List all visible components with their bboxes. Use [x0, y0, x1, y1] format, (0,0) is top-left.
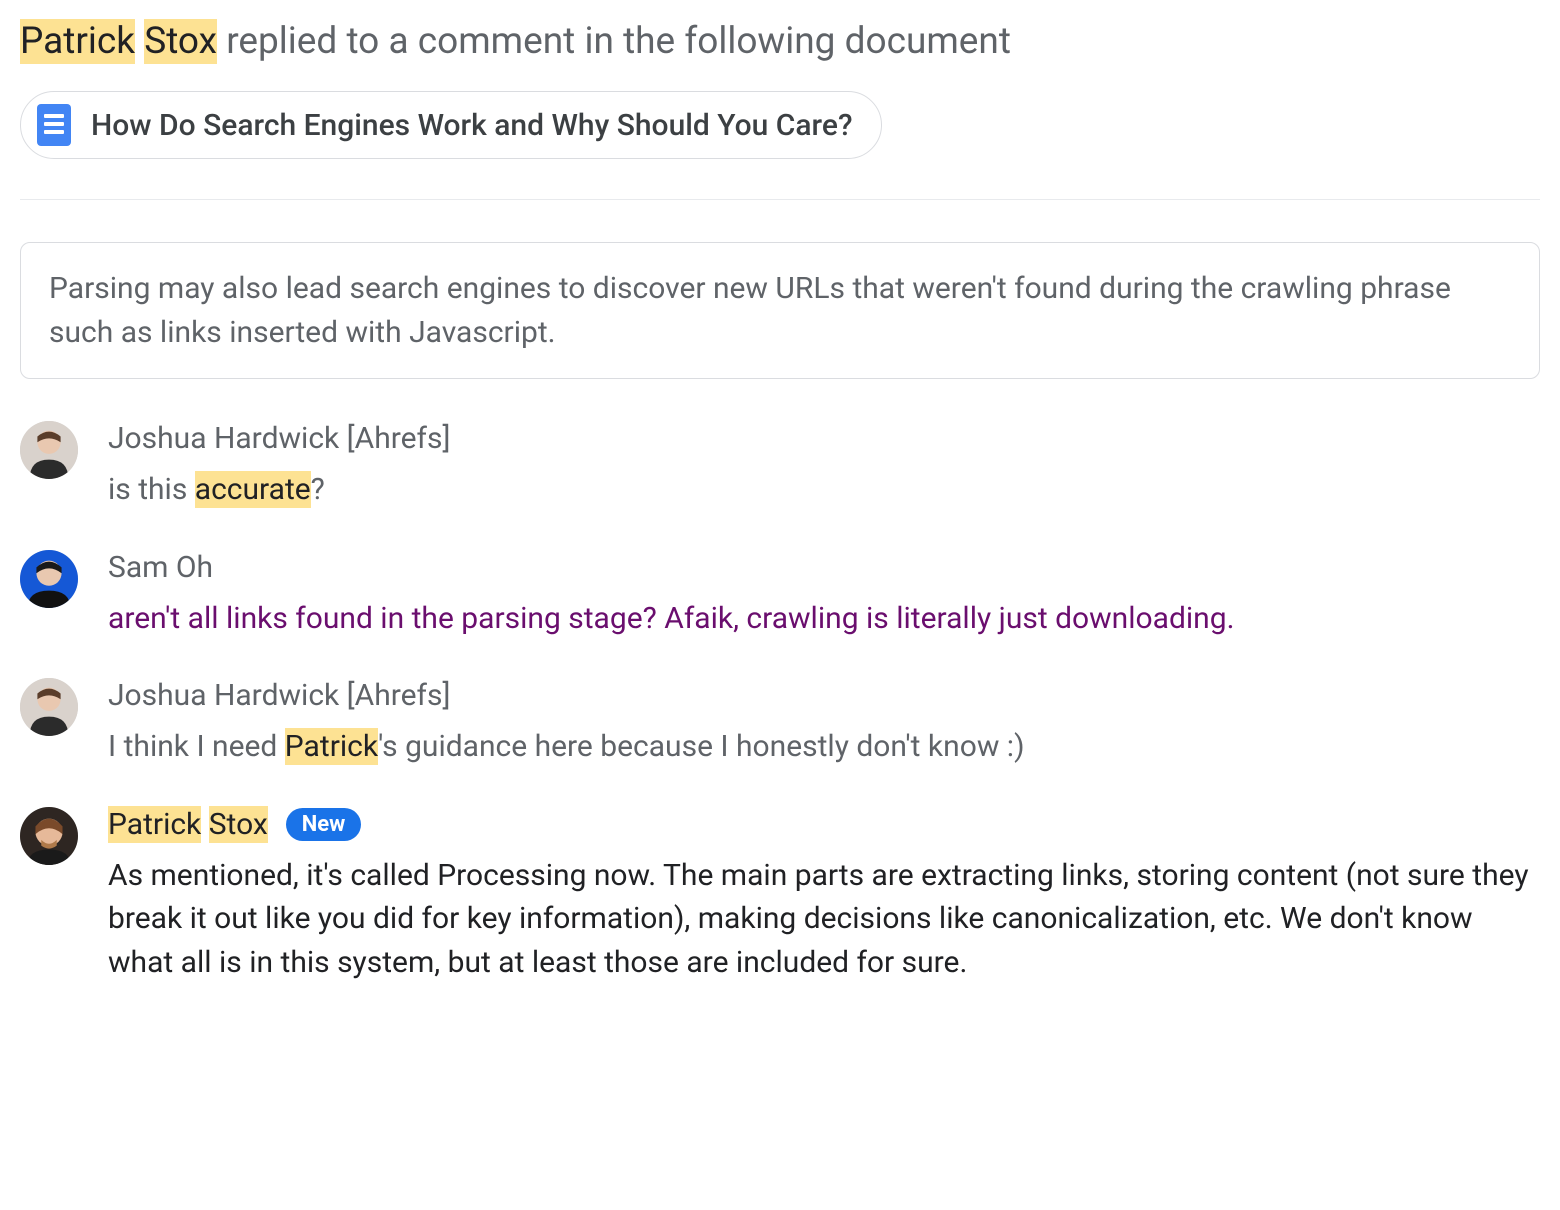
comment-text: As mentioned, it's called Processing now… [108, 854, 1540, 985]
comment-text-fragment: ? [311, 472, 325, 507]
highlighted-term: accurate [195, 471, 311, 508]
comment-author: Sam Oh [108, 550, 213, 585]
comment-text-fragment: I think I need [108, 729, 285, 764]
avatar [20, 678, 78, 736]
notification-heading: Patrick Stox replied to a comment in the… [20, 20, 1540, 63]
comment-author: Patrick Stox [108, 807, 268, 842]
comment-item: Patrick Stox New As mentioned, it's call… [20, 807, 1540, 985]
comment-context-snippet: Parsing may also lead search engines to … [20, 242, 1540, 379]
actor-last-name: Stox [144, 19, 217, 64]
action-text: replied to a comment in the following do… [217, 20, 1011, 63]
comment-thread: Joshua Hardwick [Ahrefs] is this accurat… [20, 421, 1540, 984]
document-title: How Do Search Engines Work and Why Shoul… [91, 108, 853, 143]
avatar [20, 807, 78, 865]
comment-text: aren't all links found in the parsing st… [108, 597, 1540, 641]
document-chip[interactable]: How Do Search Engines Work and Why Shoul… [20, 91, 882, 159]
comment-author: Joshua Hardwick [Ahrefs] [108, 678, 450, 713]
comment-text-fragment: 's guidance here because I honestly don'… [378, 729, 1024, 764]
comment-text-fragment: is this [108, 472, 195, 507]
comment-text: is this accurate? [108, 468, 1540, 512]
author-first-name: Patrick [108, 806, 201, 843]
actor-first-name: Patrick [20, 19, 135, 64]
avatar [20, 421, 78, 479]
avatar [20, 550, 78, 608]
divider [20, 199, 1540, 200]
comment-item: Sam Oh aren't all links found in the par… [20, 550, 1540, 641]
highlighted-term: Patrick [285, 728, 378, 765]
comment-author: Joshua Hardwick [Ahrefs] [108, 421, 450, 456]
author-last-name: Stox [209, 806, 268, 843]
google-docs-icon [37, 104, 71, 146]
comment-item: Joshua Hardwick [Ahrefs] I think I need … [20, 678, 1540, 769]
comment-item: Joshua Hardwick [Ahrefs] is this accurat… [20, 421, 1540, 512]
new-badge: New [286, 808, 362, 841]
comment-text: I think I need Patrick's guidance here b… [108, 725, 1540, 769]
